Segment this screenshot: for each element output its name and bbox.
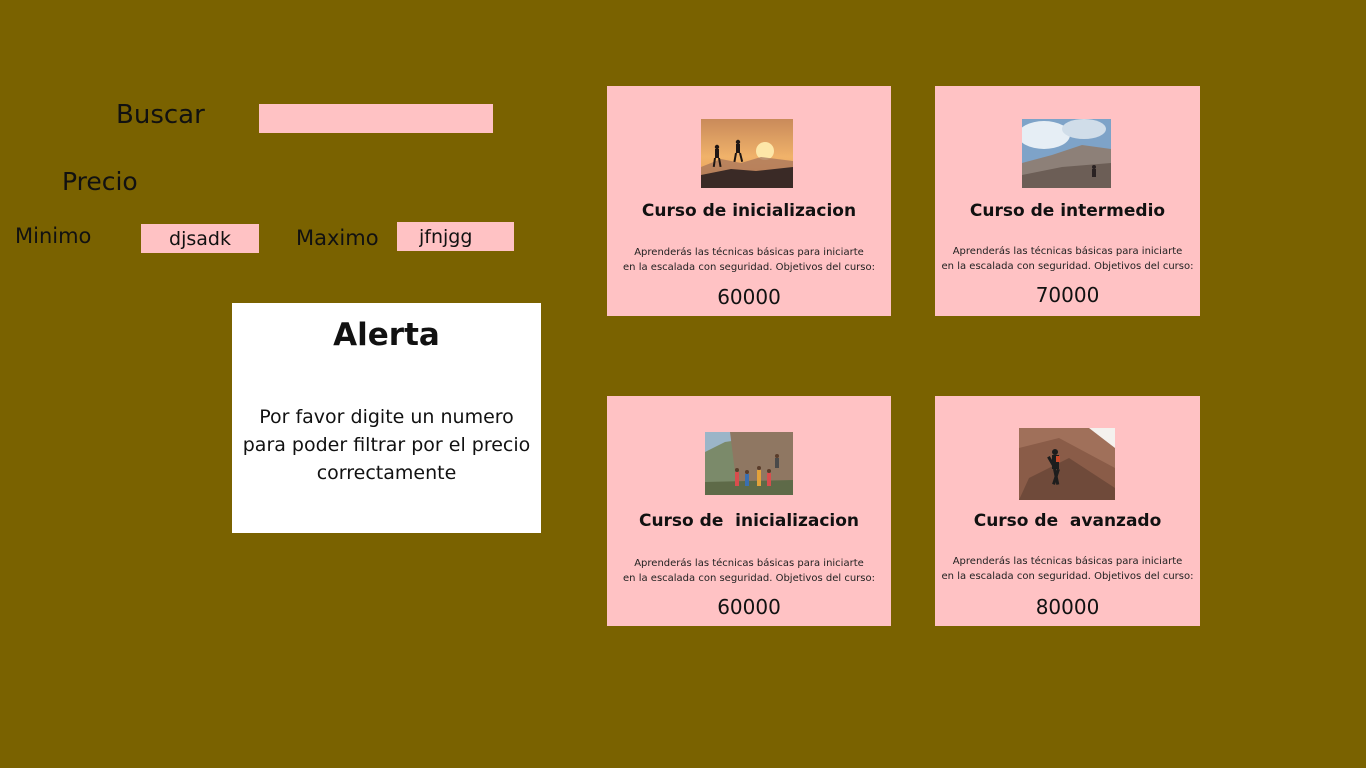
alert-dialog: Alerta Por favor digite un numero para p… [232,303,541,533]
rock-slab-climber-photo [1022,119,1111,188]
min-price-input[interactable] [141,224,259,253]
course-card[interactable]: Curso de intermedio Aprenderás las técni… [935,86,1200,316]
alert-message: Por favor digite un numero para poder fi… [242,406,531,484]
course-title: Curso de inicializacion [638,511,860,531]
course-card[interactable]: Curso de avanzado Aprenderás las técnica… [935,396,1200,626]
course-description: Aprenderás las técnicas básicas para ini… [623,558,875,584]
course-description: Aprenderás las técnicas básicas para ini… [623,247,875,273]
max-price-label: Maximo [296,226,379,250]
search-label: Buscar [116,100,205,130]
course-title: Curso de intermedio [969,201,1166,221]
course-description: Aprenderás las técnicas básicas para ini… [941,246,1194,272]
course-price: 60000 [717,595,781,619]
course-title: Curso de avanzado [973,511,1162,531]
max-price-input[interactable] [397,222,514,251]
course-card[interactable]: Curso de inicializacion Aprenderás las t… [607,86,891,316]
course-description: Aprenderás las técnicas básicas para ini… [941,556,1194,582]
hikers-sunset-photo [701,119,793,188]
course-price: 80000 [1035,595,1100,619]
group-climbing-wall-photo [705,432,793,495]
min-price-label: Minimo [15,224,92,248]
alert-title: Alerta [333,317,440,353]
course-title: Curso de inicializacion [641,201,857,221]
course-card[interactable]: Curso de inicializacion Aprenderás las t… [607,396,891,626]
course-price: 60000 [717,285,781,309]
price-label: Precio [62,167,138,196]
climber-on-rock-photo [1019,428,1115,500]
search-input[interactable] [259,104,493,133]
course-price: 70000 [1035,283,1100,307]
